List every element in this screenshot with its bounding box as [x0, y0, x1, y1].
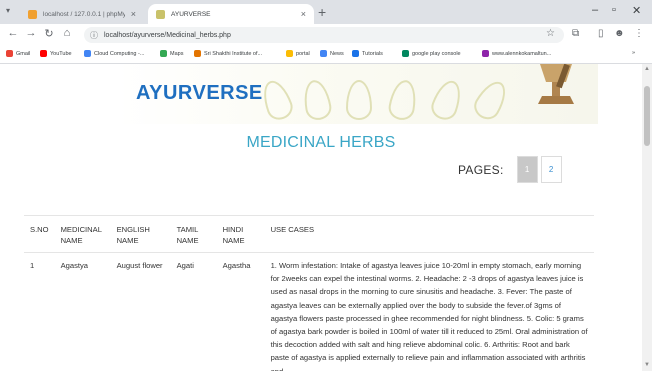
- bookmark-label: Cloud Computing -...: [94, 50, 145, 57]
- news-icon: [320, 50, 327, 57]
- play-console-icon: [402, 50, 409, 57]
- url-text: localhost/ayurverse/Medicinal_herbs.php: [104, 31, 231, 39]
- cell-medicinal-name: Agastya: [60, 261, 89, 270]
- col-medicinal-name: MEDICINAL NAME: [54, 215, 111, 253]
- tab-title: localhost / 127.0.0.1 | phpMyAdmin: [43, 10, 125, 18]
- table-header-row: S.NO MEDICINAL NAME ENGLISH NAME TAMIL NAME…: [24, 215, 594, 253]
- col-use-cases: USE CASES: [264, 215, 594, 253]
- tutorials-icon: [352, 50, 359, 57]
- table-row: 1 Agastya August flower Agati Agastha 1.…: [24, 253, 594, 371]
- minimize-icon[interactable]: –: [592, 4, 598, 16]
- tab-strip: ▾ localhost / 127.0.0.1 | phpMyAdmin × A…: [0, 0, 652, 24]
- tab-ayurverse[interactable]: AYURVERSE ×: [148, 4, 314, 24]
- more-bookmarks-icon[interactable]: »: [632, 50, 635, 56]
- leaf-decoration-icon: [257, 76, 297, 124]
- cell-hindi-name: Agastha: [222, 261, 251, 270]
- leaf-decoration-icon: [300, 78, 334, 122]
- profile-avatar[interactable]: ☻: [614, 28, 625, 39]
- close-tab-icon[interactable]: ×: [131, 9, 136, 19]
- bookmark-star-icon[interactable]: ☆: [546, 28, 555, 39]
- tab-phpmyadmin[interactable]: localhost / 127.0.0.1 | phpMyAdmin ×: [20, 4, 144, 24]
- pagination: PAGES: 1 2: [458, 156, 562, 183]
- col-hindi-name: HINDI NAME: [216, 215, 265, 253]
- scroll-up-icon[interactable]: ▲: [644, 66, 650, 72]
- cell-tamil-name: Agati: [176, 261, 194, 270]
- tab-search-icon[interactable]: ▾: [6, 6, 10, 15]
- portal-icon: [286, 50, 293, 57]
- page-title: MEDICINAL HERBS: [246, 134, 396, 151]
- bookmark-label: google play console: [412, 50, 461, 57]
- address-bar[interactable]: ⓘ localhost/ayurverse/Medicinal_herbs.ph…: [84, 27, 564, 43]
- institute-icon: [194, 50, 201, 57]
- herbs-table: S.NO MEDICINAL NAME ENGLISH NAME TAMIL NAME…: [24, 215, 594, 371]
- bookmark-label: www.alennkokamaltun...: [492, 50, 552, 57]
- phpmyadmin-favicon-icon: [28, 9, 37, 19]
- maps-icon: [160, 50, 167, 57]
- bookmark-other-site[interactable]: www.alennkokamaltun...: [482, 50, 551, 57]
- scrollbar-thumb[interactable]: [644, 86, 650, 146]
- home-icon[interactable]: ⌂: [60, 27, 74, 39]
- bookmark-label: News: [330, 50, 344, 57]
- col-english-name: ENGLISH NAME: [110, 215, 171, 253]
- cloud-icon: [84, 50, 91, 57]
- page-link-2[interactable]: 2: [540, 156, 562, 183]
- bookmark-label: YouTube: [50, 50, 72, 57]
- scroll-down-icon[interactable]: ▼: [644, 362, 650, 368]
- extensions-icon[interactable]: ⧉: [572, 28, 579, 39]
- leaf-decoration-icon: [346, 80, 372, 120]
- bookmark-tutorials[interactable]: Tutorials: [352, 50, 383, 57]
- bookmark-label: Tutorials: [362, 50, 383, 57]
- back-icon[interactable]: ←: [6, 27, 20, 39]
- bookmark-label: portal: [296, 50, 310, 57]
- reload-icon[interactable]: ↻: [42, 27, 56, 40]
- page-content: AYURVERSE MEDICINAL HERBS PAGES: 1 2 S.N…: [0, 64, 642, 371]
- bookmark-play-console[interactable]: google play console: [402, 50, 461, 57]
- cell-english-name: August flower: [116, 261, 163, 270]
- bookmarks-bar: Gmail YouTube Cloud Computing -... Maps …: [0, 46, 652, 64]
- header-banner: AYURVERSE: [118, 64, 598, 124]
- bookmark-portal[interactable]: portal: [286, 50, 310, 57]
- new-tab-icon[interactable]: +: [318, 4, 326, 20]
- sidebar-icon[interactable]: ▯: [598, 28, 604, 39]
- bookmark-label: Gmail: [16, 50, 31, 57]
- site-logo-text[interactable]: AYURVERSE: [136, 82, 263, 105]
- maximize-icon[interactable]: ▫: [612, 4, 616, 16]
- close-tab-icon[interactable]: ×: [301, 9, 306, 19]
- bookmark-youtube[interactable]: YouTube: [40, 50, 72, 57]
- page-link-1[interactable]: 1: [516, 156, 538, 183]
- mortar-pestle-icon: [538, 64, 574, 104]
- site-info-icon[interactable]: ⓘ: [90, 30, 98, 41]
- bookmark-sri-shakthi[interactable]: Sri Shakthi Institute of...: [194, 50, 262, 57]
- bookmark-label: Maps: [170, 50, 184, 57]
- leaf-decoration-icon: [386, 78, 420, 122]
- gmail-icon: [6, 50, 13, 57]
- site-icon: [482, 50, 489, 57]
- forward-icon[interactable]: →: [24, 27, 38, 39]
- bookmark-gmail[interactable]: Gmail: [6, 50, 30, 57]
- cell-use-cases: 1. Worm infestation: Intake of agastya l…: [270, 261, 588, 371]
- close-window-icon[interactable]: ✕: [632, 4, 641, 17]
- ayurverse-favicon-icon: [156, 9, 165, 19]
- leaf-decoration-icon: [469, 76, 513, 124]
- youtube-icon: [40, 50, 47, 57]
- bookmark-label: Sri Shakthi Institute of...: [204, 50, 263, 57]
- col-tamil-name: TAMIL NAME: [170, 215, 217, 253]
- col-sno: S.NO: [24, 215, 55, 253]
- leaf-decoration-icon: [427, 76, 467, 124]
- bookmark-maps[interactable]: Maps: [160, 50, 183, 57]
- pages-label: PAGES:: [458, 162, 504, 177]
- browser-toolbar: ← → ↻ ⌂ ⓘ localhost/ayurverse/Medicinal_…: [0, 24, 652, 46]
- tab-title: AYURVERSE: [171, 10, 211, 18]
- bookmark-cloud-computing[interactable]: Cloud Computing -...: [84, 50, 144, 57]
- page-scrollbar[interactable]: ▲ ▼: [642, 64, 652, 371]
- cell-sno: 1: [30, 261, 35, 270]
- bookmark-news[interactable]: News: [320, 50, 344, 57]
- menu-icon[interactable]: ⋮: [634, 28, 644, 39]
